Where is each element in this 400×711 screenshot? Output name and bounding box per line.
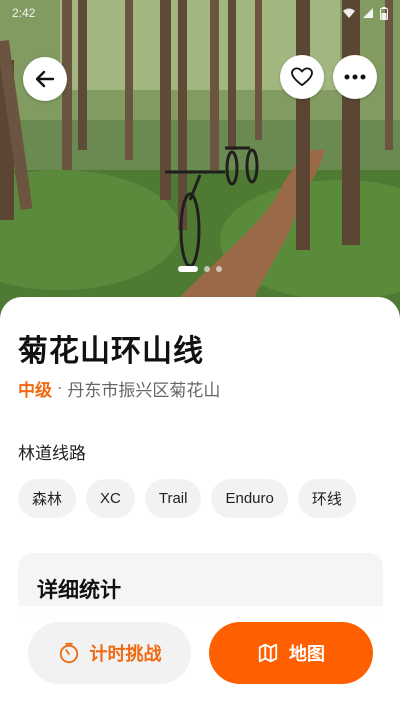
more-horizontal-icon: [344, 74, 366, 80]
trail-type-label: 林道线路: [18, 444, 86, 464]
arrow-left-icon: [35, 70, 55, 88]
route-subtitle: 中级 · 丹东市振兴区菊花山: [18, 376, 220, 402]
heart-outline-icon: [291, 67, 313, 87]
status-icons: [342, 6, 388, 20]
location-label[interactable]: 丹东市振兴区菊花山: [67, 376, 220, 401]
timed-challenge-button[interactable]: 计时挑战: [28, 622, 191, 684]
carousel-indicator[interactable]: [0, 266, 400, 272]
route-title: 菊花山环山线: [18, 334, 204, 369]
tag-chip[interactable]: Enduro: [211, 479, 288, 518]
hero-photo[interactable]: 2:42: [0, 0, 400, 330]
tag-chip[interactable]: 环线: [297, 479, 356, 518]
carousel-dot-active[interactable]: [178, 266, 198, 272]
tag-chip[interactable]: 森林: [18, 479, 77, 518]
more-button[interactable]: [333, 55, 377, 99]
stopwatch-icon: [59, 642, 78, 664]
map-icon: [258, 643, 278, 663]
favorite-button[interactable]: [280, 55, 324, 99]
carousel-dot[interactable]: [216, 266, 222, 272]
signal-icon: [363, 8, 373, 18]
tag-chip[interactable]: Trail: [144, 479, 202, 518]
separator: ·: [57, 378, 63, 399]
status-bar: 2:42: [0, 0, 400, 26]
map-label: 地图: [289, 644, 325, 665]
timed-challenge-label: 计时挑战: [89, 644, 162, 665]
carousel-dot[interactable]: [204, 266, 210, 272]
tag-chip[interactable]: XC: [86, 479, 135, 518]
forest-trail-photo: [0, 0, 400, 330]
status-time: 2:42: [12, 6, 36, 20]
stats-title: 详细统计: [37, 578, 121, 602]
battery-icon: [380, 6, 388, 20]
tag-list: 森林 XC Trail Enduro 环线: [18, 479, 356, 518]
back-button[interactable]: [23, 57, 67, 101]
map-button[interactable]: 地图: [209, 622, 373, 684]
difficulty-label: 中级: [18, 381, 52, 401]
wifi-icon: [343, 8, 355, 18]
